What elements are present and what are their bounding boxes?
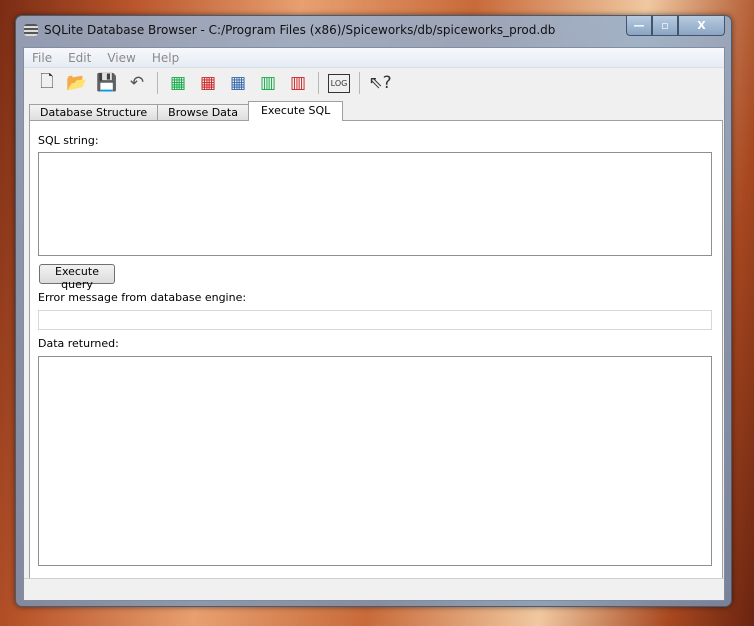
whats-this-icon: ⇖? [368, 73, 392, 93]
execute-sql-panel: SQL string: Execute query Error message … [29, 120, 723, 579]
new-database-icon: 🗋 [40, 71, 54, 92]
menu-help[interactable]: Help [144, 51, 187, 65]
open-database-button[interactable]: 📂 [64, 71, 90, 95]
tab-bar: Database Structure Browse Data Execute S… [29, 101, 344, 121]
create-index-icon: ▥ [259, 73, 277, 93]
sql-string-label: SQL string: [38, 134, 99, 147]
undo-icon: ↶ [129, 73, 145, 93]
modify-table-icon: ▦ [229, 73, 247, 93]
toolbar-separator [318, 72, 319, 94]
error-message-label: Error message from database engine: [38, 291, 247, 304]
database-icon [24, 24, 38, 36]
menu-bar: File Edit View Help [24, 48, 724, 68]
create-table-button[interactable]: ▦ [165, 71, 191, 95]
menu-file[interactable]: File [24, 51, 60, 65]
status-bar [24, 578, 724, 600]
delete-index-icon: ▥ [289, 73, 307, 93]
delete-table-button[interactable]: ▦ [195, 71, 221, 95]
close-button[interactable]: X [678, 16, 725, 36]
toolbar-separator [359, 72, 360, 94]
client-area: File Edit View Help 🗋 📂 💾 ↶ ▦ ▦ ▦ ▥ ▥ LOG ⇖? Datab… [23, 47, 725, 601]
whats-this-button[interactable]: ⇖? [367, 71, 393, 95]
save-button[interactable]: 💾 [94, 71, 120, 95]
log-icon: LOG [327, 73, 351, 93]
data-returned-grid[interactable] [38, 356, 712, 566]
sql-string-input[interactable] [38, 152, 712, 256]
delete-table-icon: ▦ [199, 73, 217, 93]
title-bar: SQLite Database Browser - C:/Program Fil… [24, 23, 555, 37]
data-returned-label: Data returned: [38, 337, 119, 350]
modify-table-button[interactable]: ▦ [225, 71, 251, 95]
toolbar-separator [157, 72, 158, 94]
minimize-button[interactable]: — [626, 16, 652, 36]
create-table-icon: ▦ [169, 73, 187, 93]
tab-execute-sql[interactable]: Execute SQL [247, 101, 344, 121]
log-button[interactable]: LOG [326, 71, 352, 95]
delete-index-button[interactable]: ▥ [285, 71, 311, 95]
tab-database-structure[interactable]: Database Structure [29, 104, 159, 121]
error-message-field [38, 310, 712, 330]
create-index-button[interactable]: ▥ [255, 71, 281, 95]
new-database-button[interactable]: 🗋 [34, 71, 60, 95]
tab-browse-data[interactable]: Browse Data [157, 104, 249, 121]
toolbar: 🗋 📂 💾 ↶ ▦ ▦ ▦ ▥ ▥ LOG ⇖? [24, 68, 724, 98]
execute-query-button[interactable]: Execute query [39, 264, 115, 291]
menu-edit[interactable]: Edit [60, 51, 99, 65]
maximize-button[interactable]: ▫ [652, 16, 678, 36]
window-title: SQLite Database Browser - C:/Program Fil… [44, 23, 556, 37]
save-icon: 💾 [96, 73, 118, 93]
open-database-icon: 📂 [66, 73, 88, 93]
menu-view[interactable]: View [99, 51, 143, 65]
undo-button[interactable]: ↶ [124, 71, 150, 95]
app-window: SQLite Database Browser - C:/Program Fil… [15, 15, 732, 607]
